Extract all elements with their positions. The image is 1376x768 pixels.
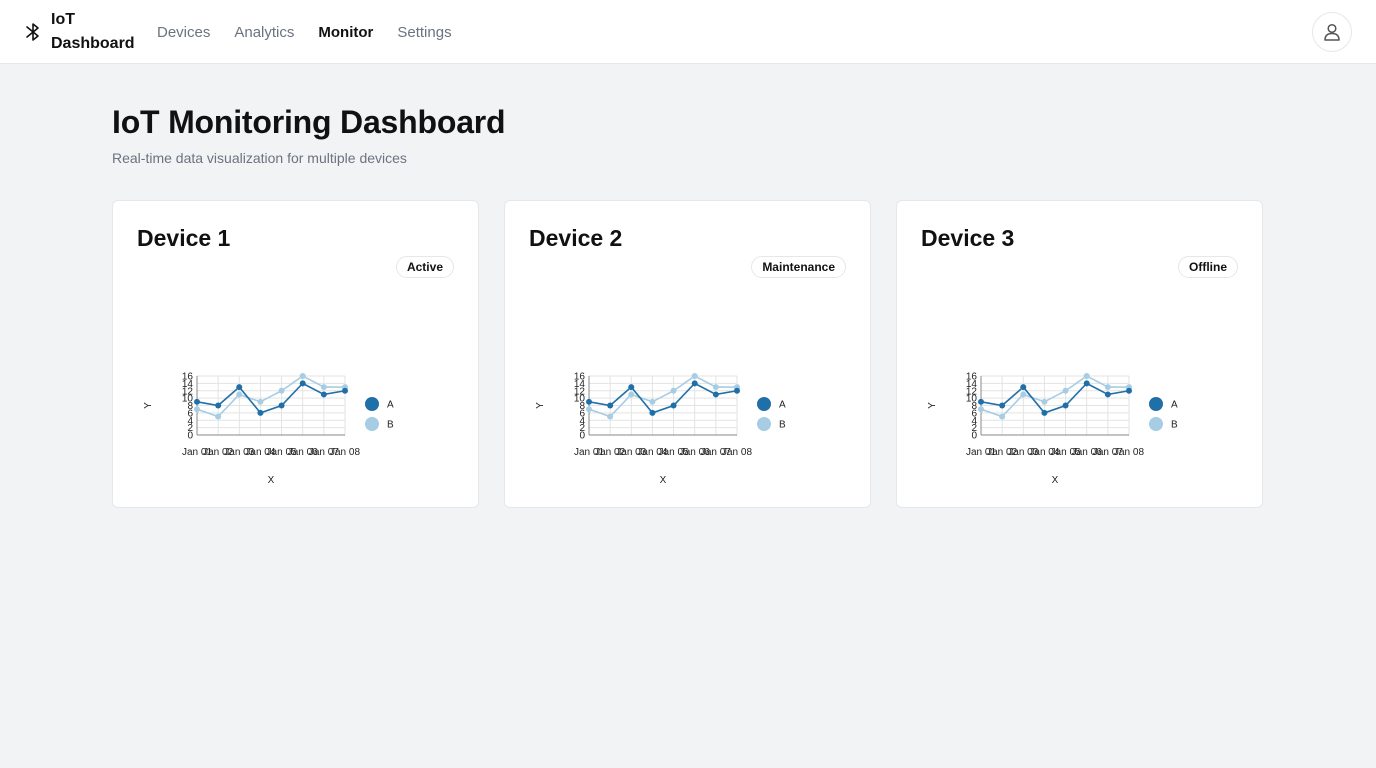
series-b-point xyxy=(320,384,327,391)
legend-label-a: A xyxy=(387,400,394,411)
series-a-point xyxy=(1041,409,1048,416)
device-card: Device 2 Maintenance 0 2 4 6 8 10 12 14 16 Jan 01… xyxy=(504,200,871,508)
x-axis-label: X xyxy=(268,475,275,486)
series-b-point xyxy=(712,384,719,391)
main-nav: Devices Analytics Monitor Settings xyxy=(157,0,476,64)
series-b-point xyxy=(299,373,306,379)
series-a-point xyxy=(999,402,1006,409)
nav-settings[interactable]: Settings xyxy=(397,24,451,41)
series-b-point xyxy=(1062,387,1069,394)
series-b-point xyxy=(999,413,1006,420)
x-tick-label: Jan 08 xyxy=(330,447,360,458)
nav-monitor[interactable]: Monitor xyxy=(318,24,373,41)
device-card: Device 3 Offline 0 2 4 6 8 10 12 14 16 Jan 01 Jan … xyxy=(896,200,1263,508)
legend-marker-a xyxy=(1149,397,1163,411)
brand[interactable]: IoT Dashboard xyxy=(24,8,141,56)
series-b-point xyxy=(1041,398,1048,405)
series-a-point xyxy=(586,398,592,405)
series-b-point xyxy=(1104,384,1111,391)
status-badge: Active xyxy=(395,256,454,278)
series-b-point xyxy=(670,387,677,394)
y-tick-label: 16 xyxy=(182,372,194,383)
series-b-point xyxy=(215,413,222,420)
y-tick-label: 16 xyxy=(574,372,586,383)
series-a-point xyxy=(236,384,243,391)
series-a-point xyxy=(1062,402,1069,409)
series-a-point xyxy=(628,384,635,391)
y-tick-label: 16 xyxy=(966,372,978,383)
x-tick-label: Jan 08 xyxy=(1114,447,1144,458)
user-menu-button[interactable] xyxy=(1312,12,1352,52)
y-axis-label: Y xyxy=(535,402,546,409)
series-b-point xyxy=(691,373,698,379)
series-b-point xyxy=(278,387,285,394)
series-b-point xyxy=(586,406,592,413)
series-a-point xyxy=(194,398,200,405)
device-card: Device 1 Active 0 2 4 6 8 10 12 14 16 Jan 01 Jan 0… xyxy=(112,200,479,508)
legend-marker-b xyxy=(1149,417,1163,431)
bluetooth-icon xyxy=(26,23,39,41)
x-tick-label: Jan 08 xyxy=(722,447,752,458)
legend-label-b: B xyxy=(387,420,394,431)
device-name: Device 1 xyxy=(137,225,231,251)
page-subtitle: Real-time data visualization for multipl… xyxy=(112,150,407,166)
series-a-point xyxy=(691,380,698,387)
legend-marker-b xyxy=(757,417,771,431)
series-a-point xyxy=(1020,384,1027,391)
device-name: Device 3 xyxy=(921,225,1015,251)
legend-marker-b xyxy=(365,417,379,431)
nav-analytics[interactable]: Analytics xyxy=(234,24,294,41)
status-badge: Maintenance xyxy=(751,256,846,278)
series-a-point xyxy=(734,387,740,394)
nav-devices[interactable]: Devices xyxy=(157,24,210,41)
legend-marker-a xyxy=(365,397,379,411)
series-b-point xyxy=(1083,373,1090,379)
legend-label-b: B xyxy=(1171,420,1178,431)
series-a-point xyxy=(257,409,264,416)
series-a-point xyxy=(320,391,327,398)
series-a-point xyxy=(607,402,614,409)
series-b-point xyxy=(628,391,635,398)
series-b-point xyxy=(978,406,984,413)
y-axis-label: Y xyxy=(927,402,938,409)
device-line-chart: 0246810121416Jan 01Jan 02Jan 03Jan 04Jan… xyxy=(535,372,786,487)
series-b-point xyxy=(649,398,656,405)
series-b-point xyxy=(1020,391,1027,398)
series-a-point xyxy=(342,387,348,394)
top-navigation-bar: IoT Dashboard Devices Analytics Monitor … xyxy=(0,0,1376,64)
brand-line-1: IoT xyxy=(51,11,75,28)
series-b-point xyxy=(236,391,243,398)
user-icon xyxy=(1324,23,1340,41)
page-title: IoT Monitoring Dashboard xyxy=(112,104,506,140)
device-line-chart: 0246810121416Jan 01Jan 02Jan 03Jan 04Jan… xyxy=(927,372,1178,487)
series-a-point xyxy=(1104,391,1111,398)
series-a-point xyxy=(712,391,719,398)
y-axis-label: Y xyxy=(143,402,154,409)
series-a-point xyxy=(299,380,306,387)
status-badge: Offline xyxy=(1178,256,1238,278)
x-axis-label: X xyxy=(660,475,667,486)
legend-label-b: B xyxy=(779,420,786,431)
series-b-point xyxy=(257,398,264,405)
brand-line-2: Dashboard xyxy=(51,35,135,52)
x-axis-label: X xyxy=(1052,475,1059,486)
series-a-point xyxy=(649,409,656,416)
series-a-point xyxy=(978,398,984,405)
series-b-point xyxy=(607,413,614,420)
series-b-point xyxy=(194,406,200,413)
legend-label-a: A xyxy=(1171,400,1178,411)
brand-name: IoT Dashboard xyxy=(51,8,141,56)
device-line-chart: 0246810121416Jan 01Jan 02Jan 03Jan 04Jan… xyxy=(143,372,394,487)
device-name: Device 2 xyxy=(529,225,623,251)
legend-label-a: A xyxy=(779,400,786,411)
legend-marker-a xyxy=(757,397,771,411)
series-a-point xyxy=(1083,380,1090,387)
series-a-point xyxy=(215,402,222,409)
series-a-point xyxy=(278,402,285,409)
series-a-point xyxy=(670,402,677,409)
series-a-point xyxy=(1126,387,1132,394)
